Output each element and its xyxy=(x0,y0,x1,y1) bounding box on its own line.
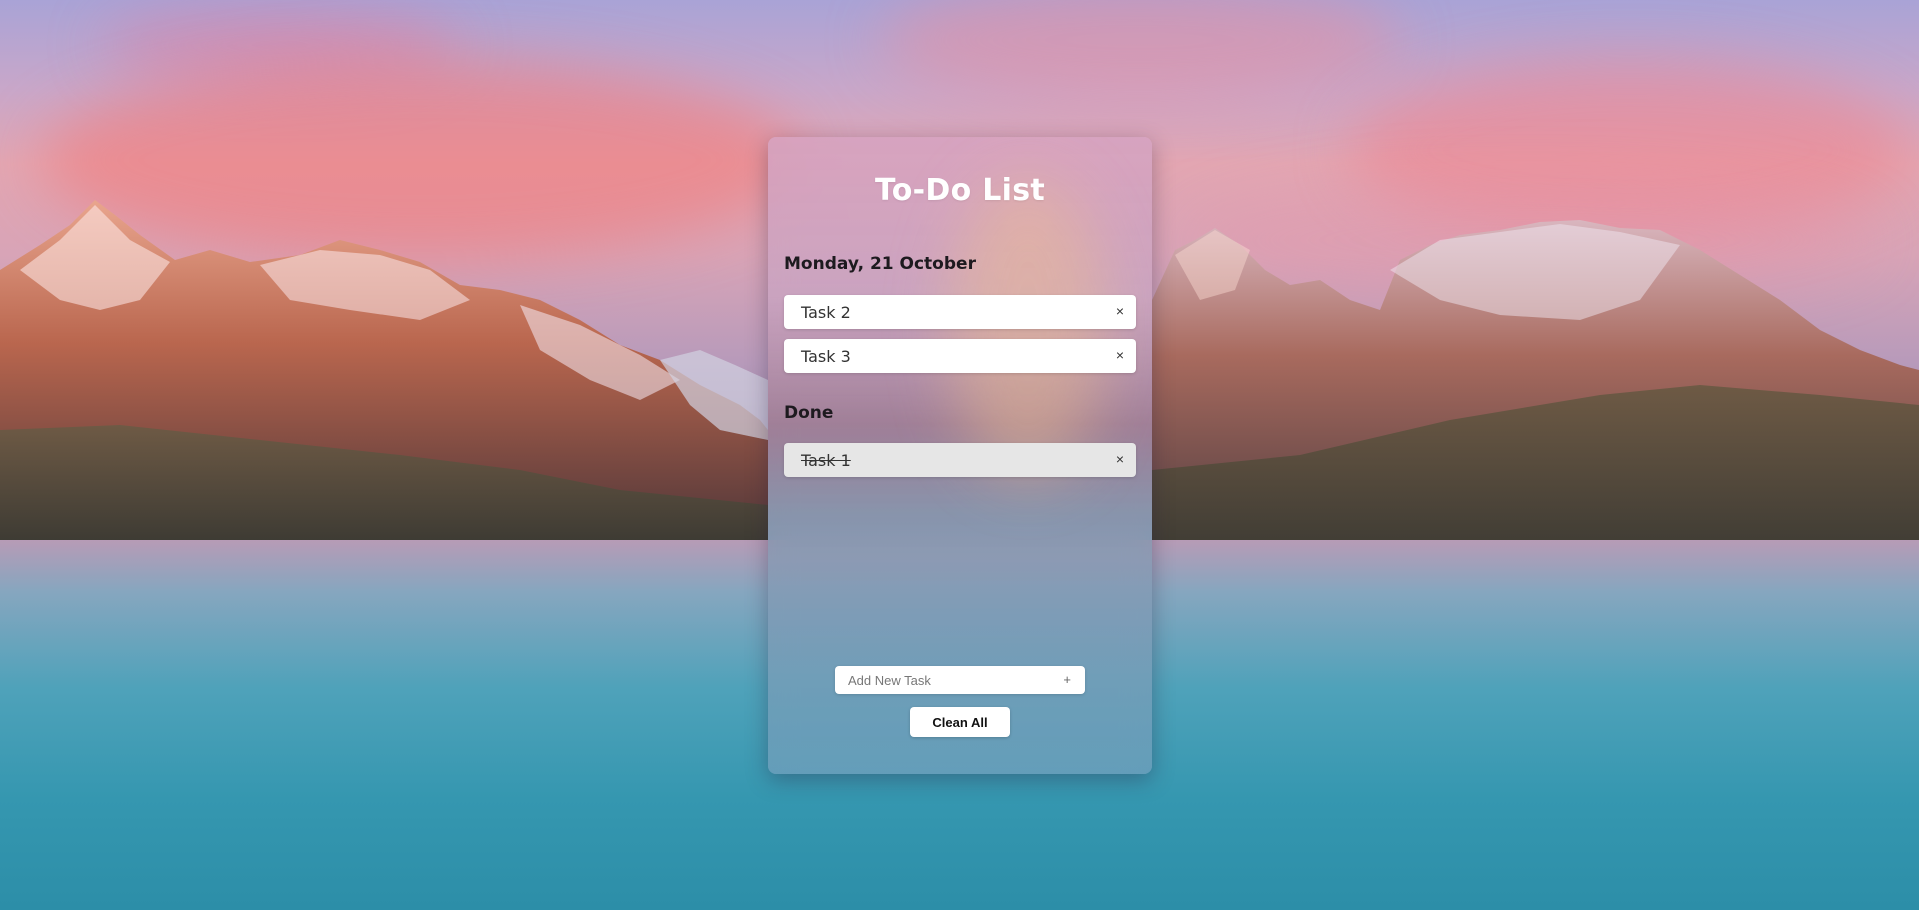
add-task-form: + xyxy=(835,666,1085,694)
close-icon[interactable]: × xyxy=(1116,303,1124,319)
app-title: To-Do List xyxy=(874,173,1046,208)
section-heading-today: Monday, 21 October xyxy=(784,254,976,274)
close-icon[interactable]: × xyxy=(1116,347,1124,363)
todo-panel: To-Do List Monday, 21 October Task 2 × T… xyxy=(768,137,1152,774)
task-item-task-2[interactable]: Task 2 × xyxy=(784,295,1136,329)
section-heading-done: Done xyxy=(784,403,834,423)
clean-all-button[interactable]: Clean All xyxy=(910,707,1010,737)
task-item-task-3[interactable]: Task 3 × xyxy=(784,339,1136,373)
add-task-input[interactable] xyxy=(835,666,1045,694)
task-item-task-1-done[interactable]: Task 1 × xyxy=(784,443,1136,477)
task-label: Task 3 xyxy=(801,347,851,366)
task-label: Task 2 xyxy=(801,303,851,322)
close-icon[interactable]: × xyxy=(1116,451,1124,467)
wallpaper-background: To-Do List Monday, 21 October Task 2 × T… xyxy=(0,0,1919,910)
task-label: Task 1 xyxy=(801,451,851,470)
plus-icon[interactable]: + xyxy=(1063,672,1071,687)
